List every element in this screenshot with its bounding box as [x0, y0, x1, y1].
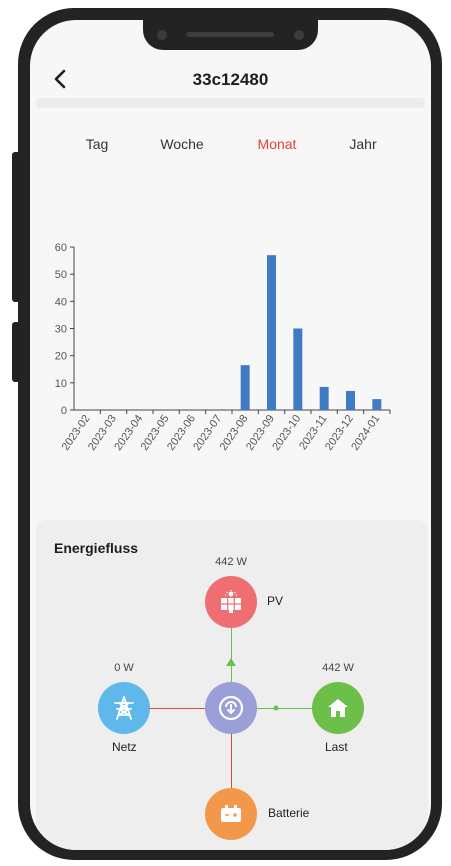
pv-label: PV [267, 594, 284, 608]
pv-node[interactable] [205, 576, 257, 628]
phone-side-button [12, 322, 20, 382]
page-title: 33c12480 [192, 70, 269, 89]
solar-panel-icon [221, 590, 241, 613]
power-tower-icon [114, 696, 134, 720]
monthly-energy-chart: 01020304050602023-022023-032023-042023-0… [55, 242, 391, 453]
tab-month[interactable]: Monat [258, 136, 297, 152]
battery-icon [221, 805, 241, 822]
phone-side-button [12, 152, 20, 302]
tab-day[interactable]: Tag [86, 136, 109, 152]
bar-2023-09 [267, 255, 276, 410]
house-icon [328, 699, 348, 717]
load-power-value: 442 W [322, 662, 354, 674]
y-tick-label: 30 [55, 324, 67, 336]
load-flow-line [257, 707, 312, 709]
bar-2023-08 [240, 365, 250, 410]
energy-flow-diagram: 442 W 0 W 442 W PV Netz Last Batterie [36, 520, 428, 850]
bar-2024-01 [372, 399, 382, 410]
notch-camera [294, 30, 304, 40]
inverter-node[interactable] [205, 682, 257, 734]
load-flow-arrow-icon [273, 705, 279, 711]
header-divider [36, 98, 425, 108]
pv-power-value: 442 W [215, 556, 247, 568]
y-tick-label: 0 [61, 405, 67, 417]
period-tabs: Tag Woche Monat Jahr [30, 136, 431, 160]
y-tick-label: 40 [55, 296, 67, 308]
y-tick-label: 60 [55, 242, 67, 254]
app-screen: 33c12480 Tag Woche Monat Jahr 0 10 20 30 40 5… [30, 20, 431, 850]
phone-notch [143, 20, 318, 50]
load-label: Last [325, 740, 348, 754]
inverter-icon [218, 695, 244, 721]
battery-node[interactable] [205, 788, 257, 840]
pv-flow-arrow-icon [226, 658, 236, 666]
bar-2023-11 [319, 386, 329, 410]
grid-power-value: 0 W [114, 662, 134, 674]
bar-2023-12 [346, 390, 355, 410]
grid-node[interactable] [98, 682, 150, 734]
battery-label: Batterie [268, 806, 310, 820]
tab-year[interactable]: Jahr [349, 136, 376, 152]
y-tick-label: 10 [55, 378, 67, 390]
grid-flow-line [150, 707, 205, 709]
bar-2023-10 [293, 328, 303, 410]
load-node[interactable] [312, 682, 364, 734]
grid-label: Netz [112, 740, 137, 754]
notch-speaker [186, 32, 274, 37]
y-tick-label: 50 [55, 269, 67, 281]
energy-flow-card: Energiefluss 442 W 0 W 442 W PV Netz Las… [36, 520, 428, 850]
y-tick-label: 20 [55, 351, 67, 363]
notch-sensor [157, 30, 167, 40]
tab-week[interactable]: Woche [160, 136, 203, 152]
